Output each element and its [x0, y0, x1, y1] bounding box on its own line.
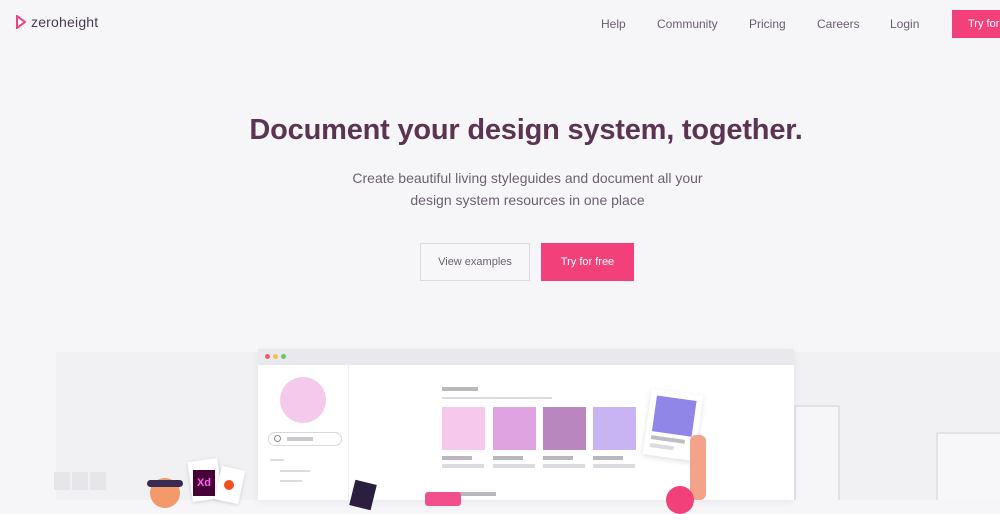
zeroheight-logo-icon	[16, 15, 26, 29]
window-close-dot	[265, 354, 270, 359]
sidebar-line	[280, 470, 310, 472]
figma-icon	[224, 480, 234, 490]
hero-subtitle: Create beautiful living styleguides and …	[300, 167, 755, 211]
card-line	[649, 443, 675, 451]
window-minimize-dot	[273, 354, 278, 359]
illustration-door	[794, 405, 840, 500]
color-swatch	[593, 407, 636, 450]
swatch-label-line	[593, 456, 623, 460]
hero-title: Document your design system, together.	[249, 114, 803, 146]
nav-community-link[interactable]: Community	[657, 17, 718, 31]
nav-careers-link[interactable]: Careers	[817, 17, 860, 31]
content-heading-line	[442, 387, 478, 391]
card-line	[650, 435, 686, 444]
illustration-dark-tile	[349, 479, 377, 511]
swatch-value-line	[442, 464, 484, 468]
logo[interactable]: zeroheight	[16, 14, 98, 30]
swatch-value-line	[493, 464, 535, 468]
sidebar-line	[280, 480, 302, 482]
view-examples-button[interactable]: View examples	[420, 243, 530, 281]
color-swatch	[543, 407, 586, 450]
illustration-pink-tile	[425, 492, 461, 506]
site-header: zeroheight Help Community Pricing Career…	[0, 0, 1000, 48]
nav-login-link[interactable]: Login	[890, 17, 919, 31]
swatch-label-line	[493, 456, 523, 460]
illustration-person-hair	[147, 480, 183, 487]
nav-pricing-link[interactable]: Pricing	[749, 17, 786, 31]
try-for-free-button[interactable]: Try for free	[541, 243, 634, 281]
swatch-value-line	[593, 464, 635, 468]
illustration-door-right	[936, 432, 1000, 500]
illustration-block	[54, 472, 70, 490]
content-subheading-line	[442, 397, 552, 399]
color-swatch	[493, 407, 536, 450]
avatar-placeholder	[280, 377, 326, 423]
swatch-label-line	[543, 456, 573, 460]
nav-help-link[interactable]: Help	[601, 17, 626, 31]
header-try-free-button[interactable]: Try for free	[952, 10, 1000, 38]
illustration-pink-circle	[666, 486, 694, 514]
hero-subtitle-line-2: design system resources in one place	[410, 192, 645, 208]
window-titlebar	[258, 349, 794, 365]
illustration-block	[72, 472, 88, 490]
swatch-value-line	[543, 464, 585, 468]
illustration-block	[90, 472, 106, 490]
search-icon	[274, 435, 281, 442]
window-sidebar	[258, 365, 349, 500]
color-swatch	[442, 407, 485, 450]
logo-text: zeroheight	[31, 14, 99, 30]
window-maximize-dot	[281, 354, 286, 359]
card-image	[651, 395, 697, 437]
search-placeholder-line	[287, 437, 313, 441]
adobe-xd-icon: Xd	[193, 470, 215, 496]
sidebar-line	[270, 459, 284, 461]
hero-subtitle-line-1: Create beautiful living styleguides and …	[352, 170, 703, 186]
search-bar-illustration	[268, 432, 342, 446]
illustration-arm	[690, 435, 706, 500]
swatch-label-line	[442, 456, 472, 460]
